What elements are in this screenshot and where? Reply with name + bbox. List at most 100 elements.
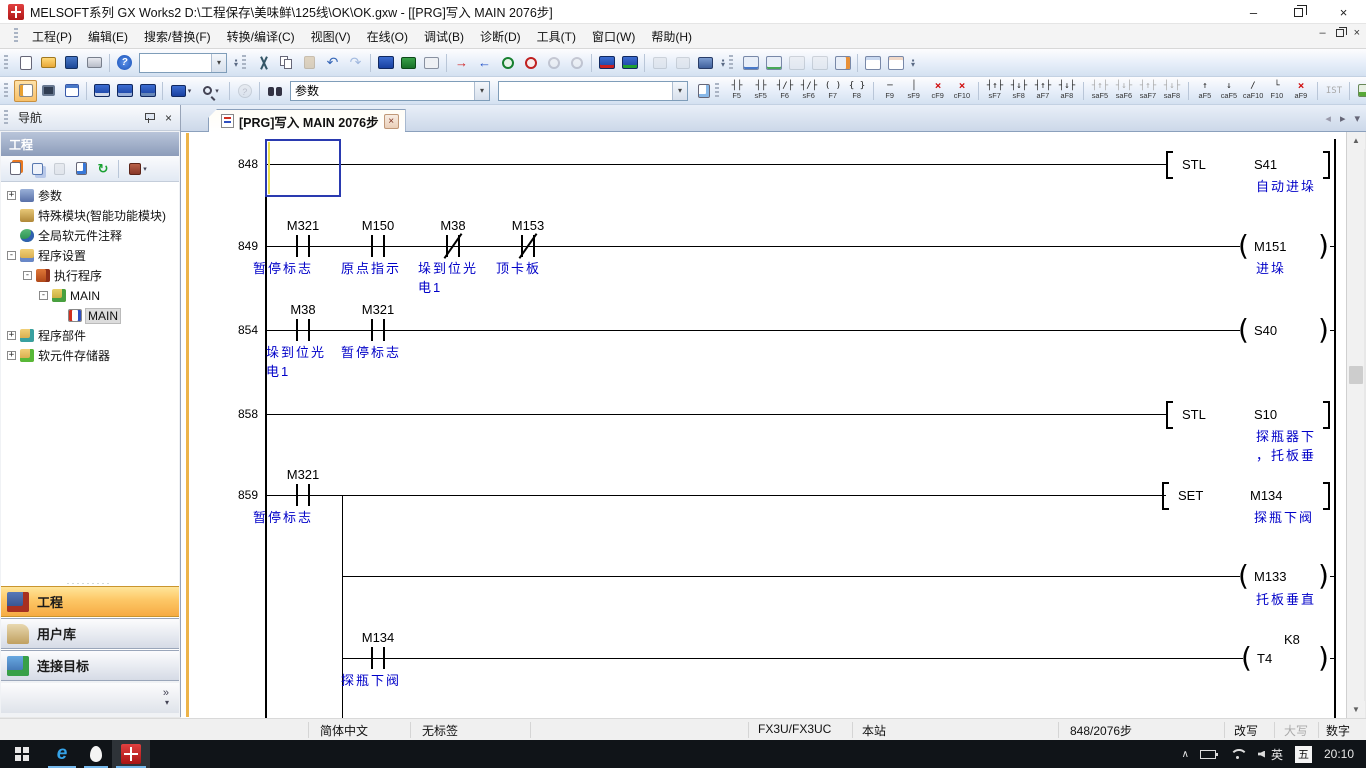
expander-icon[interactable]: - — [39, 291, 48, 300]
ladder-tool-button[interactable]: ┤/├sF6 — [797, 78, 821, 104]
menu-item[interactable]: 编辑(E) — [80, 27, 136, 47]
scrollbar-thumb[interactable] — [1349, 366, 1363, 384]
accordion-user-library-button[interactable]: 用户库 — [1, 618, 179, 649]
help-button[interactable]: ? — [113, 52, 136, 74]
device-comment-button[interactable] — [90, 80, 113, 102]
device-display-cancel-button[interactable] — [618, 52, 641, 74]
ladder-tool-button[interactable]: ×aF9 — [1289, 78, 1313, 104]
property-button[interactable] — [71, 159, 91, 179]
start-button[interactable] — [0, 740, 44, 768]
jump-button[interactable] — [831, 52, 854, 74]
tray-chevron-icon[interactable]: ∧ — [1182, 749, 1189, 760]
zoom-dropdown-button[interactable]: ▾ — [196, 80, 226, 102]
tree-item-program-setting[interactable]: - 程序设置 — [7, 246, 86, 265]
ladder-tool-button[interactable]: ×cF10 — [950, 78, 974, 104]
navigation-toggle-button[interactable] — [14, 80, 37, 102]
device-display-dropdown-button[interactable]: ▾ — [166, 80, 196, 102]
menu-item[interactable]: 诊断(D) — [472, 27, 529, 47]
tree-item-main-block[interactable]: - MAIN — [39, 286, 100, 305]
toolbar-overflow-button[interactable]: ▪▾ — [717, 52, 729, 74]
find-button[interactable] — [263, 80, 286, 102]
ladder-tool-button[interactable]: IST — [1322, 78, 1346, 104]
pin-icon[interactable] — [144, 112, 155, 123]
tree-item-pou[interactable]: + 程序部件 — [7, 326, 86, 345]
scroll-down-button[interactable]: ▼ — [1347, 701, 1365, 718]
ladder-tool-button[interactable]: /caF10 — [1241, 78, 1265, 104]
menu-item[interactable]: 在线(O) — [359, 27, 416, 47]
mdi-close-button[interactable]: × — [1354, 27, 1360, 39]
expander-icon[interactable]: - — [23, 271, 32, 280]
ladder-tool-button[interactable]: ┤↓├saF6 — [1112, 78, 1136, 104]
scroll-up-button[interactable]: ▲ — [1347, 132, 1365, 149]
coil-device[interactable]: T4 — [1257, 651, 1272, 666]
redo-button[interactable]: ↷ — [344, 52, 367, 74]
save-button[interactable] — [60, 52, 83, 74]
ladder-monitor-button[interactable] — [739, 52, 762, 74]
contact-no[interactable] — [290, 484, 316, 506]
ladder-tool-button[interactable]: ↓caF5 — [1217, 78, 1241, 104]
edit-ladder-block-button[interactable] — [1353, 80, 1366, 102]
tree-item-exec-program[interactable]: - 执行程序 — [23, 266, 102, 285]
ladder-readmode-button[interactable] — [785, 52, 808, 74]
tab-list-button[interactable]: ▾ — [1354, 112, 1360, 125]
device-display-button[interactable] — [595, 52, 618, 74]
ladder-tool-button[interactable]: ┤↑├saF5 — [1088, 78, 1112, 104]
contact-no[interactable] — [365, 319, 391, 341]
menu-item[interactable]: 转换/编译(C) — [219, 27, 303, 47]
contact-no[interactable] — [290, 235, 316, 257]
ladder-tool-button[interactable]: ↑aF5 — [1193, 78, 1217, 104]
ladder-tool-button[interactable]: │sF9 — [902, 78, 926, 104]
ladder-tool-button[interactable]: ( )F7 — [821, 78, 845, 104]
ladder-tool-button[interactable]: ┤↑├aF7 — [1031, 78, 1055, 104]
minimize-button[interactable]: – — [1231, 0, 1276, 24]
contact-no[interactable] — [365, 647, 391, 669]
open-project-button[interactable] — [37, 52, 60, 74]
expander-icon[interactable]: + — [7, 331, 16, 340]
vertical-scrollbar[interactable]: ▲ ▼ — [1346, 132, 1364, 718]
device-search-button[interactable] — [692, 80, 715, 102]
ladder-tool-button[interactable]: ┤├sF5 — [749, 78, 773, 104]
toolbar-overflow-button[interactable]: ▪▾ — [907, 52, 919, 74]
coil-device[interactable]: M151 — [1254, 239, 1287, 254]
instruction-opcode[interactable]: STL — [1182, 407, 1206, 422]
monitor-mode-button[interactable] — [397, 52, 420, 74]
new-project-button[interactable] — [14, 52, 37, 74]
window-select-combobox[interactable]: 参数▾ — [290, 81, 490, 101]
expander-icon[interactable]: + — [7, 351, 16, 360]
cut-button[interactable] — [252, 52, 275, 74]
ladder-tool-button[interactable]: { }F8 — [845, 78, 869, 104]
print-button[interactable] — [83, 52, 106, 74]
accordion-more-button[interactable]: » ▾ — [1, 683, 179, 713]
taskbar-gxworks2-button[interactable] — [112, 740, 150, 768]
taskbar-edge-button[interactable]: e — [44, 740, 80, 768]
input-language-indicator[interactable]: 英 — [1271, 746, 1283, 763]
menu-item[interactable]: 帮助(H) — [643, 27, 700, 47]
ladder-tool-button[interactable]: ┤↑├saF7 — [1136, 78, 1160, 104]
mdi-minimize-button[interactable]: – — [1319, 27, 1325, 39]
modify-value-button[interactable] — [420, 52, 443, 74]
mdi-restore-button[interactable] — [1336, 29, 1344, 37]
ladder-tool-button[interactable]: ×cF9 — [926, 78, 950, 104]
contact-no[interactable] — [290, 319, 316, 341]
device-search-combobox[interactable]: ▾ — [498, 81, 688, 101]
tree-item-main-ladder[interactable]: MAIN — [68, 306, 120, 325]
instruction-opcode[interactable]: STL — [1182, 157, 1206, 172]
read-from-plc-button[interactable]: ← — [473, 52, 496, 74]
edit-cursor-cell[interactable] — [265, 139, 341, 197]
contact-nc[interactable] — [440, 235, 466, 257]
combo-arrow-icon[interactable]: ▾ — [211, 54, 226, 72]
battery-icon[interactable] — [1200, 750, 1216, 759]
panel-close-button[interactable]: × — [165, 111, 172, 125]
monitor-pause-button[interactable] — [542, 52, 565, 74]
device-memory-button[interactable] — [113, 80, 136, 102]
new-item-button[interactable] — [5, 159, 25, 179]
coil-device[interactable]: M133 — [1254, 569, 1287, 584]
tree-item-device-memory[interactable]: + 软元件存储器 — [7, 346, 110, 365]
monitor-start-button[interactable] — [496, 52, 519, 74]
taskbar-app2-button[interactable] — [80, 740, 112, 768]
function-block-combobox[interactable]: ▾ — [139, 53, 227, 73]
monitor-stop-button[interactable] — [519, 52, 542, 74]
instruction-opcode[interactable]: SET — [1178, 488, 1203, 503]
copy-item-button[interactable] — [27, 159, 47, 179]
instruction-operand[interactable]: S10 — [1254, 407, 1277, 422]
